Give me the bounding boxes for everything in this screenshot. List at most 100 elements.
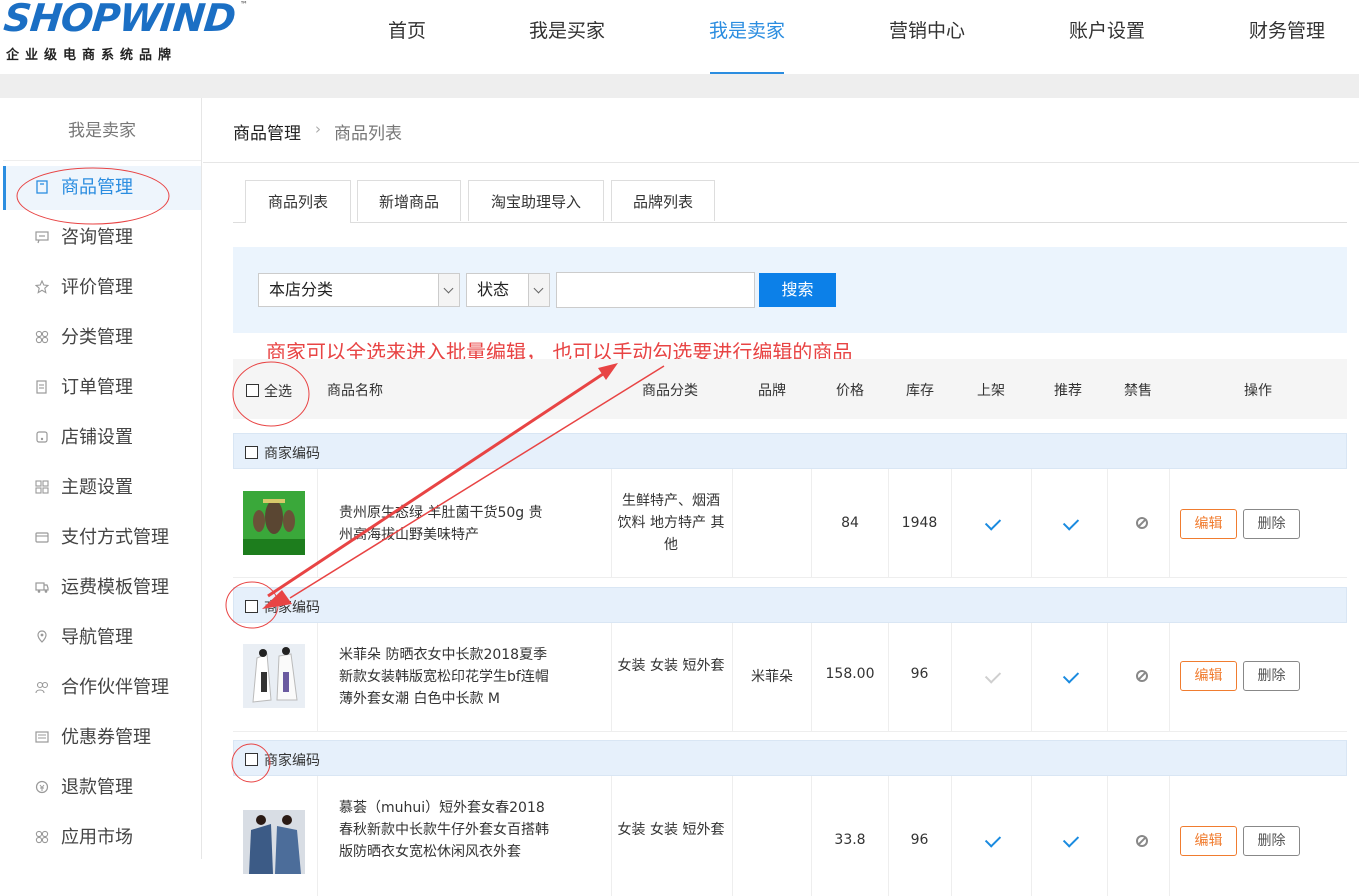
product-thumbnail[interactable]	[243, 810, 305, 874]
recommend-check-icon[interactable]	[1062, 514, 1080, 531]
delete-button[interactable]: 删除	[1243, 826, 1300, 856]
group-header: 商家编码	[233, 740, 1347, 776]
sidebar-item-consult[interactable]: 咨询管理	[3, 216, 201, 260]
product-brand: 米菲朵	[751, 669, 793, 685]
chevron-down-icon	[438, 274, 459, 306]
sidebar-title: 我是卖家	[68, 121, 136, 141]
sidebar-item-apps[interactable]: 应用市场	[3, 816, 201, 860]
row-checkbox[interactable]	[245, 753, 258, 766]
edit-button[interactable]: 编辑	[1180, 661, 1237, 691]
logo[interactable]: SHOPWIND ™ 企业级电商系统品牌	[0, 0, 250, 70]
select-all-label[interactable]: 全选	[264, 381, 292, 401]
sidebar-item-label: 商品管理	[61, 177, 133, 198]
tab-taobao-import[interactable]: 淘宝助理导入	[468, 180, 604, 221]
store-icon	[36, 431, 48, 443]
product-name[interactable]: 贵州原生态绿 羊肚菌干货50g 贵州高海拔山野美味特产	[339, 502, 554, 546]
sidebar-item-shipping[interactable]: 运费模板管理	[3, 566, 201, 610]
on-shelf-check-icon[interactable]	[984, 831, 1002, 848]
sidebar-item-review[interactable]: 评价管理	[3, 266, 201, 310]
tab-bar: 商品列表 新增商品 淘宝助理导入 品牌列表	[233, 180, 1347, 223]
banned-icon	[1136, 670, 1148, 682]
sidebar-item-store[interactable]: 店铺设置	[3, 416, 201, 460]
header-price: 价格	[836, 383, 864, 399]
product-name[interactable]: 慕荟（muhui）短外套女春2018春秋新款中长款牛仔外套女百搭韩版防晒衣女宽松…	[339, 797, 554, 863]
on-shelf-check-icon[interactable]	[984, 514, 1002, 531]
group-label: 商家编码	[264, 753, 320, 769]
product-price: 84	[841, 515, 859, 531]
row-checkbox[interactable]	[245, 600, 258, 613]
edit-button[interactable]: 编辑	[1180, 826, 1237, 856]
delete-button[interactable]: 删除	[1243, 661, 1300, 691]
select-all-checkbox[interactable]	[246, 384, 259, 397]
sidebar-item-order[interactable]: 订单管理	[3, 366, 201, 410]
header-banned: 禁售	[1124, 383, 1152, 399]
product-name[interactable]: 米菲朵 防晒衣女中长款2018夏季新款女装韩版宽松印花学生bf连帽薄外套女潮 白…	[339, 644, 554, 710]
sidebar-item-label: 支付方式管理	[61, 527, 169, 548]
theme-icon	[35, 480, 49, 494]
sidebar-item-refund[interactable]: 退款管理	[3, 766, 201, 810]
banned-icon	[1136, 835, 1148, 847]
nav-buyer[interactable]: 我是买家	[512, 0, 622, 74]
status-select-value: 状态	[477, 280, 510, 299]
tab-add-goods[interactable]: 新增商品	[357, 180, 461, 221]
product-category: 女装 女装 短外套	[617, 822, 725, 838]
recommend-check-icon[interactable]	[1062, 667, 1080, 684]
order-icon	[36, 380, 47, 394]
sidebar-item-partner[interactable]: 合作伙伴管理	[3, 666, 201, 710]
sidebar-item-label: 退款管理	[61, 777, 133, 798]
search-button[interactable]: 搜索	[759, 273, 836, 307]
table-row: 贵州原生态绿 羊肚菌干货50g 贵州高海拔山野美味特产 生鲜特产、烟酒饮料 地方…	[233, 469, 1347, 578]
nav-home[interactable]: 首页	[352, 0, 462, 74]
goods-icon	[36, 180, 48, 194]
breadcrumb-item[interactable]: 商品管理	[233, 119, 301, 144]
sidebar-item-goods[interactable]: 商品管理	[3, 166, 201, 210]
sidebar-item-coupon[interactable]: 优惠券管理	[3, 716, 201, 760]
row-checkbox[interactable]	[245, 446, 258, 459]
edit-button[interactable]: 编辑	[1180, 509, 1237, 539]
status-select[interactable]: 状态	[466, 273, 550, 307]
banned-icon	[1136, 517, 1148, 529]
recommend-check-icon[interactable]	[1062, 831, 1080, 848]
group-header: 商家编码	[233, 587, 1347, 623]
header-on-shelf: 上架	[977, 383, 1005, 399]
category-select[interactable]: 本店分类	[258, 273, 460, 307]
nav-seller[interactable]: 我是卖家	[692, 0, 802, 74]
logo-slogan: 企业级电商系统品牌	[6, 48, 178, 63]
sidebar-item-navigation[interactable]: 导航管理	[3, 616, 201, 660]
sidebar-item-theme[interactable]: 主题设置	[3, 466, 201, 510]
logo-trademark: ™	[240, 0, 248, 9]
location-icon	[37, 630, 47, 643]
partner-icon	[35, 681, 49, 694]
header-category: 商品分类	[642, 383, 698, 399]
sidebar-item-label: 应用市场	[61, 827, 133, 848]
sidebar-item-label: 主题设置	[61, 477, 133, 498]
header-actions: 操作	[1244, 383, 1272, 399]
coupon-icon	[35, 731, 49, 743]
delete-button[interactable]: 删除	[1243, 509, 1300, 539]
sidebar-item-label: 店铺设置	[61, 427, 133, 448]
breadcrumb-separator: ›	[315, 120, 321, 138]
product-stock: 1948	[901, 515, 938, 531]
nav-finance[interactable]: 财务管理	[1232, 0, 1342, 74]
product-stock: 96	[910, 832, 929, 848]
search-bar: 本店分类 状态 搜索	[233, 247, 1347, 333]
sidebar-item-category[interactable]: 分类管理	[3, 316, 201, 360]
category-icon	[35, 330, 49, 344]
tab-goods-list[interactable]: 商品列表	[245, 180, 351, 223]
product-thumbnail[interactable]	[243, 491, 305, 555]
chevron-down-icon	[528, 274, 549, 306]
tab-brand-list[interactable]: 品牌列表	[611, 180, 715, 221]
on-shelf-check-icon[interactable]	[984, 667, 1002, 684]
sidebar-item-label: 优惠券管理	[61, 727, 151, 748]
header-brand: 品牌	[758, 383, 786, 399]
nav-marketing[interactable]: 营销中心	[872, 0, 982, 74]
sidebar-item-payment[interactable]: 支付方式管理	[3, 516, 201, 560]
product-thumbnail[interactable]	[243, 644, 305, 708]
product-price: 158.00	[825, 666, 875, 682]
search-input[interactable]	[556, 272, 755, 308]
nav-account[interactable]: 账户设置	[1052, 0, 1162, 74]
product-price: 33.8	[834, 832, 866, 848]
sidebar-item-label: 评价管理	[61, 277, 133, 298]
table-row: 慕荟（muhui）短外套女春2018春秋新款中长款牛仔外套女百搭韩版防晒衣女宽松…	[233, 776, 1347, 896]
star-icon	[35, 280, 49, 294]
